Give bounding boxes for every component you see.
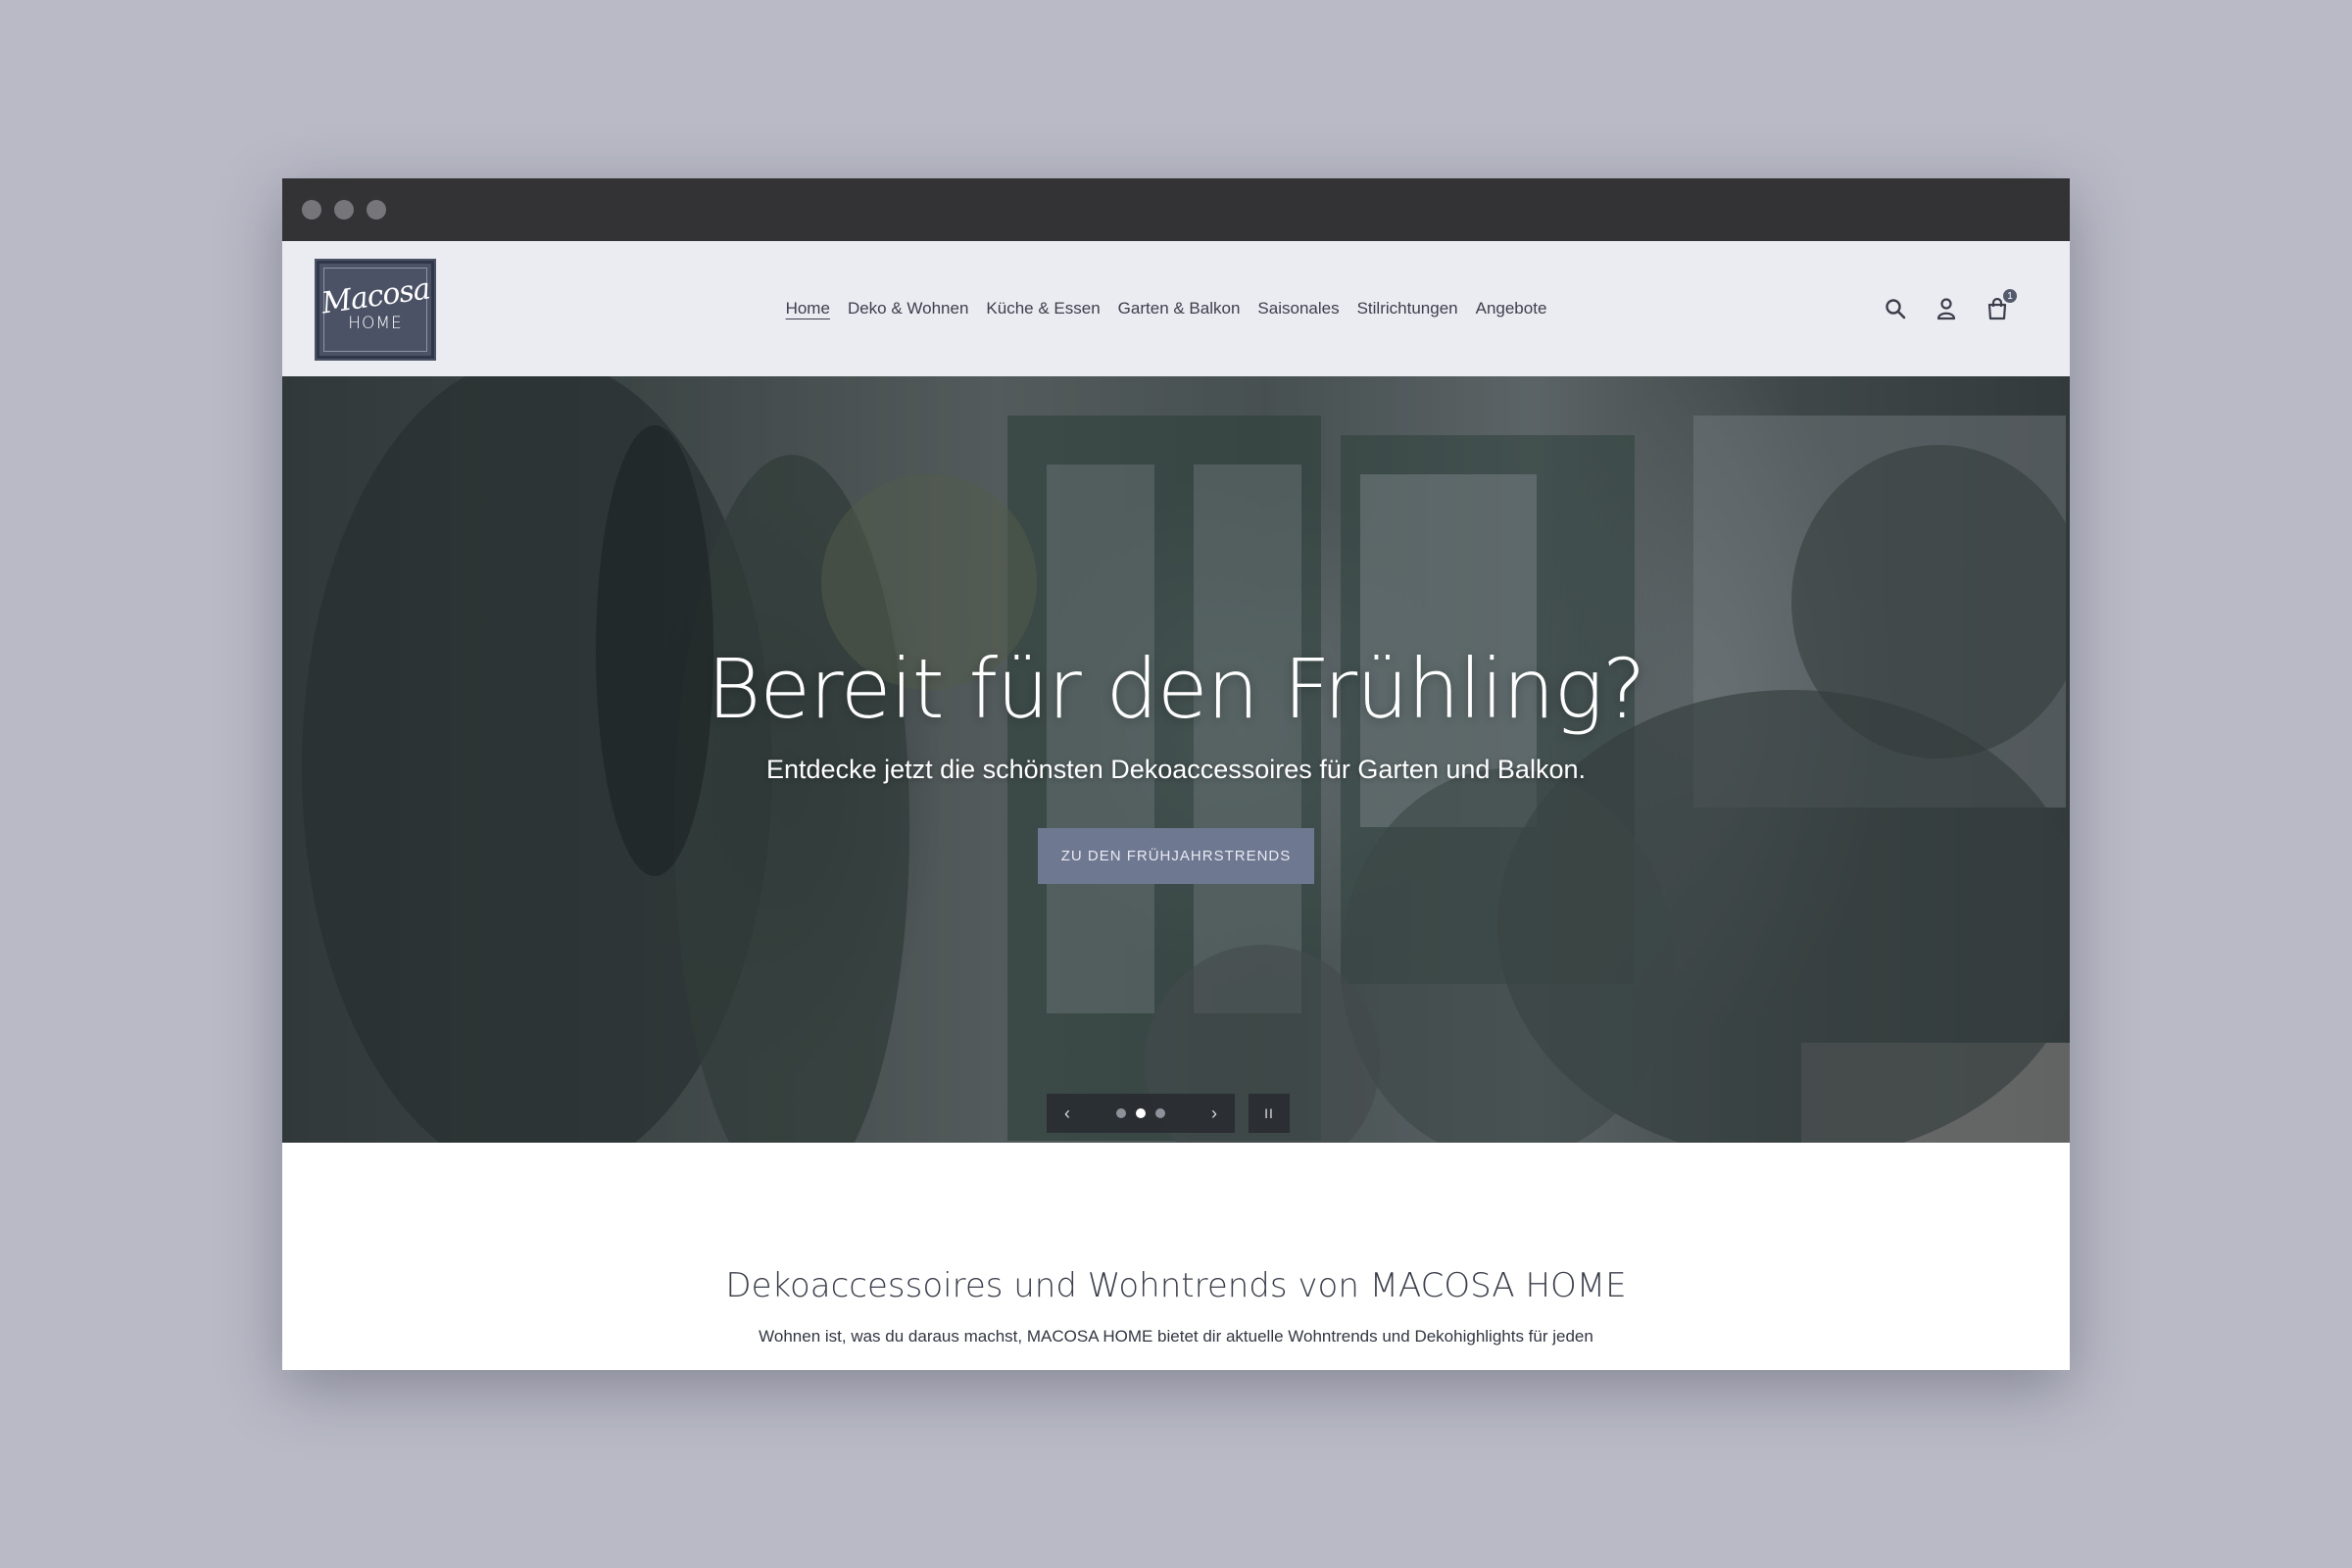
nav-item-garten-balkon[interactable]: Garten & Balkon [1118, 299, 1241, 318]
hero-subtitle: Entdecke jetzt die schönsten Dekoaccesso… [766, 755, 1586, 784]
intro-text: Wohnen ist, was du daraus machst, MACOSA… [759, 1327, 1593, 1346]
slider-dots [1116, 1108, 1165, 1118]
hero-title: Bereit für den Frühling? [707, 641, 1645, 737]
slider-dot-3[interactable] [1155, 1108, 1165, 1118]
window-close-button[interactable] [302, 200, 321, 220]
cart-count-badge: 1 [2003, 289, 2017, 303]
nav-item-angebote[interactable]: Angebote [1476, 299, 1547, 318]
user-icon [1936, 298, 1956, 320]
nav-item-home[interactable]: Home [786, 299, 830, 318]
account-button[interactable] [1933, 295, 1960, 322]
nav-item-kueche-essen[interactable]: Küche & Essen [986, 299, 1100, 318]
cart-button[interactable]: 1 [1984, 289, 2017, 322]
hero-slideshow: Bereit für den Frühling? Entdecke jetzt … [282, 376, 2070, 1143]
slider-dot-1[interactable] [1116, 1108, 1126, 1118]
nav-item-stilrichtungen[interactable]: Stilrichtungen [1357, 299, 1458, 318]
slider-pause-button[interactable]: II [1249, 1094, 1290, 1133]
slider-controls: ‹ › II [1047, 1094, 1290, 1133]
window-maximize-button[interactable] [367, 200, 386, 220]
hero-content: Bereit für den Frühling? Entdecke jetzt … [282, 376, 2070, 1143]
slider-next-button[interactable]: › [1211, 1103, 1217, 1124]
slider-nav: ‹ › [1047, 1094, 1235, 1133]
window-titlebar [282, 178, 2070, 241]
nav-item-saisonales[interactable]: Saisonales [1257, 299, 1339, 318]
intro-section: Dekoaccessoires und Wohntrends von MACOS… [282, 1266, 2070, 1347]
header-icons: 1 [1882, 241, 2017, 376]
search-button[interactable] [1882, 295, 1909, 322]
intro-title: Dekoaccessoires und Wohntrends von MACOS… [725, 1266, 1627, 1305]
search-icon [1886, 299, 1906, 319]
site-header: Macosa HOME Home Deko & Wohnen Küche & E… [282, 241, 2070, 376]
browser-window: Macosa HOME Home Deko & Wohnen Küche & E… [282, 178, 2070, 1370]
slider-dot-2[interactable] [1136, 1108, 1146, 1118]
window-minimize-button[interactable] [334, 200, 354, 220]
nav-item-deko-wohnen[interactable]: Deko & Wohnen [848, 299, 968, 318]
hero-cta-button[interactable]: ZU DEN FRÜHJAHRSTRENDS [1037, 828, 1315, 884]
slider-prev-button[interactable]: ‹ [1064, 1103, 1070, 1124]
main-nav: Home Deko & Wohnen Küche & Essen Garten … [282, 241, 2070, 376]
